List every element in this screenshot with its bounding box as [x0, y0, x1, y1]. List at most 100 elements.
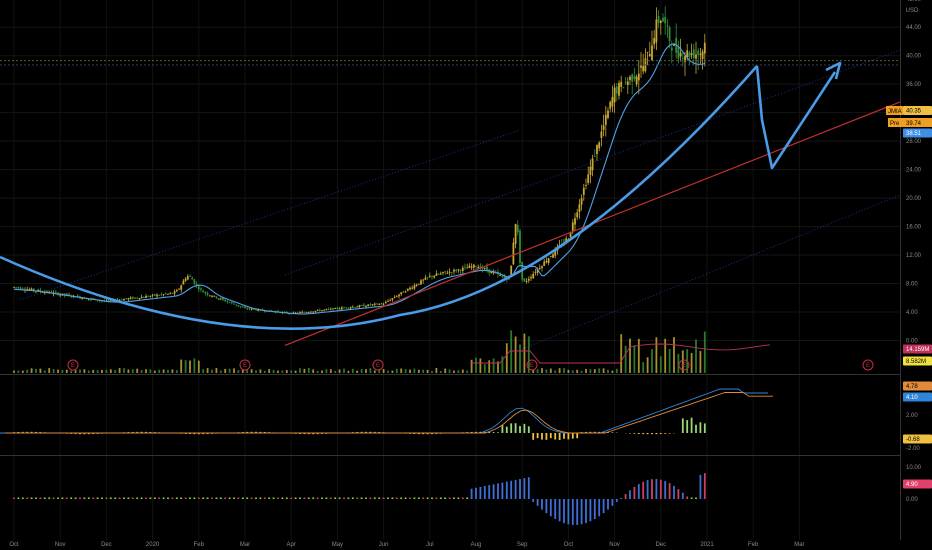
- candle-body: [129, 297, 132, 299]
- oscillator-bar: [422, 497, 425, 499]
- histogram-badge-text: -0.68: [906, 437, 920, 443]
- volume-bar: [417, 369, 420, 373]
- candle-body: [329, 308, 332, 310]
- oscillator-bar: [554, 499, 557, 520]
- ma-value-badge: 38.51: [903, 128, 932, 138]
- oscillator-bar: [620, 497, 623, 499]
- macd-histogram-bar: [514, 423, 517, 433]
- oscillator-bar: [17, 497, 20, 499]
- candle-body: [151, 294, 154, 296]
- macd-histogram-bar: [699, 422, 702, 433]
- volume-bar: [171, 369, 174, 373]
- candle-body: [175, 290, 178, 292]
- volume-bar: [426, 369, 429, 373]
- volume-bar: [202, 369, 205, 373]
- macd-tick-label: -2.00: [906, 446, 920, 452]
- volume-bar: [35, 368, 37, 373]
- candle-body: [215, 296, 218, 299]
- candle-body: [30, 288, 33, 291]
- oscillator-bar: [624, 494, 627, 499]
- time-tick-label: Mar: [240, 542, 250, 548]
- oscillator-bar: [409, 497, 411, 499]
- candle-body: [178, 288, 180, 290]
- candle-body: [387, 300, 389, 302]
- oscillator-bar: [277, 497, 279, 499]
- volume-bar: [422, 369, 425, 373]
- volume-bar: [237, 370, 240, 373]
- volume-bar: [48, 368, 51, 373]
- oscillator-badge-text: 4.90: [906, 482, 918, 488]
- oscillator-bar: [378, 497, 381, 499]
- oscillator-bar: [127, 497, 130, 499]
- oscillator-bar: [87, 497, 90, 499]
- volume-bar: [145, 369, 147, 373]
- oscillator-bar: [171, 497, 174, 499]
- candle-body: [193, 279, 196, 284]
- volume-bar: [453, 370, 455, 373]
- oscillator-bar: [268, 497, 271, 499]
- volume-bar: [30, 368, 33, 373]
- candle-body: [596, 144, 598, 155]
- candle-body: [362, 304, 365, 307]
- candle-body: [321, 310, 323, 312]
- oscillator-bar: [563, 499, 565, 524]
- histogram-badge: -0.68: [903, 434, 932, 444]
- oscillator-bar: [703, 473, 706, 499]
- oscillator-bar: [369, 497, 372, 499]
- candle-body: [435, 273, 438, 276]
- oscillator-bar: [567, 499, 570, 525]
- candle-body: [354, 307, 356, 308]
- oscillator-bar: [96, 497, 99, 499]
- oscillator-bar: [448, 497, 451, 499]
- volume-bar: [466, 370, 469, 373]
- oscillator-bar: [263, 497, 266, 499]
- volume-bar: [307, 368, 310, 373]
- grid: [0, 0, 901, 540]
- macd-histogram-bar: [549, 433, 552, 439]
- oscillator-bar: [607, 499, 609, 510]
- candle-body: [431, 275, 433, 277]
- candle-body: [637, 73, 640, 81]
- candle-body: [123, 299, 125, 301]
- time-tick-label: Nov: [609, 542, 620, 548]
- candle-body: [142, 297, 145, 298]
- candle-body: [202, 290, 205, 293]
- time-axis[interactable]: Oct Nov Dec 2020 Feb Mar Apr May Jun Jul Aug Sep Oct…: [9, 542, 804, 548]
- candle-body: [483, 268, 486, 270]
- candle-body: [171, 292, 174, 294]
- candle-body: [125, 298, 128, 300]
- oscillator-bar: [92, 497, 95, 499]
- macd-badge-text: 4.10: [906, 395, 918, 401]
- oscillator-bar: [259, 497, 262, 499]
- oscillator-bar: [690, 497, 693, 499]
- volume-bar: [197, 360, 200, 373]
- volume-bar: [65, 369, 68, 373]
- currency-label: USD: [906, 8, 919, 14]
- oscillator-bar: [206, 497, 209, 499]
- oscillator-bar: [400, 497, 403, 499]
- oscillator-bar: [149, 497, 152, 499]
- candle-body: [598, 142, 601, 149]
- volume-bar: [382, 369, 385, 373]
- price-axis[interactable]: USD56.0052.0048.0044.0040.0036.0032.0028…: [906, 0, 922, 503]
- candle-body: [305, 312, 308, 313]
- volume-bar: [558, 368, 561, 373]
- oscillator-bar: [673, 485, 675, 499]
- candle-body: [422, 279, 425, 281]
- volume-bar: [233, 368, 235, 373]
- candle-body: [547, 258, 550, 263]
- candle-body: [690, 53, 693, 56]
- candle-body: [186, 276, 189, 280]
- candle-body: [136, 297, 139, 299]
- candle-body: [446, 273, 449, 274]
- volume-bar: [219, 370, 222, 373]
- oscillator-bar: [167, 497, 169, 499]
- oscillator-bar: [558, 499, 561, 522]
- candle-body: [127, 298, 130, 300]
- candle-body: [541, 266, 543, 269]
- volume-bar: [475, 357, 477, 373]
- candle-body: [611, 97, 614, 107]
- macd-histogram-bar: [571, 433, 574, 439]
- drawings: [0, 60, 901, 347]
- candle-body: [664, 16, 667, 24]
